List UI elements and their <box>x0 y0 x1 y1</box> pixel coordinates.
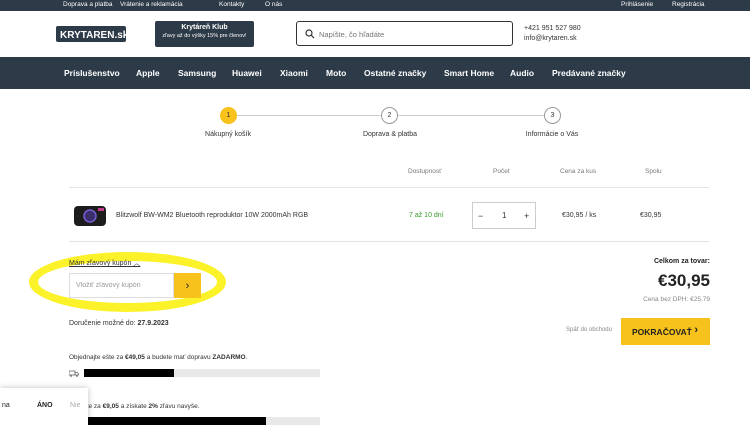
nav-item-samsung[interactable]: Samsung <box>178 68 216 78</box>
header-availability: Dostupnosť <box>408 168 442 175</box>
register-link[interactable]: Registrácia <box>672 1 705 8</box>
progress-fill <box>84 369 174 377</box>
step-connector <box>398 115 544 116</box>
delivery-date-value: 27.9.2023 <box>137 320 169 327</box>
continue-button[interactable]: POKRAČOVAŤ › <box>621 318 710 345</box>
consent-popup: na ÁNO Nie <box>0 388 88 425</box>
nav-item-audio[interactable]: Audio <box>510 68 534 78</box>
back-to-shop-link[interactable]: Späť do obchodu <box>566 327 612 333</box>
club-title: Krytáreň Klub <box>181 24 228 31</box>
total-without-vat: Cena bez DPH: €25,79 <box>643 296 710 303</box>
total-value: €30,95 <box>658 271 710 290</box>
step-3-circle[interactable]: 3 <box>544 107 561 124</box>
truck-icon <box>69 370 79 377</box>
nav-item-moto[interactable]: Moto <box>326 68 346 78</box>
checkout-steps: 1 2 3 Nákupný košík Doprava & platba Inf… <box>0 105 750 145</box>
step-1-circle[interactable]: 1 <box>220 107 237 124</box>
contact-info: +421 951 527 980 info@krytaren.sk <box>524 24 581 44</box>
topbar-link-returns[interactable]: Vrátenie a reklamácia <box>120 1 183 8</box>
discount-promo: pte ešte za €9,05 a získate 2% zľavu nav… <box>69 403 200 410</box>
vat-label: Cena bez DPH: <box>643 296 689 303</box>
coupon-link-label: Mám zľavový kupón <box>69 260 132 267</box>
free-shipping-promo: Objednajte ešte za €49,05 a budete mať d… <box>69 354 248 361</box>
email-address[interactable]: info@krytaren.sk <box>524 34 581 44</box>
plus-icon[interactable]: + <box>524 211 529 221</box>
quantity-value[interactable]: 1 <box>502 211 506 220</box>
login-link[interactable]: Prihlásenie <box>621 1 653 8</box>
coupon-toggle-link[interactable]: Mám zľavový kupón ︿ <box>69 258 140 268</box>
line-total: €30,95 <box>640 212 662 219</box>
consent-yes-button[interactable]: ÁNO <box>37 402 53 409</box>
header-unit-price: Cena za kus <box>560 168 597 175</box>
search-box[interactable] <box>296 21 513 46</box>
search-input[interactable] <box>319 26 504 42</box>
club-banner[interactable]: Krytáreň Klub zľavy až do výšky 15% pre … <box>155 21 254 47</box>
product-image[interactable] <box>72 204 108 228</box>
free-shipping-progress <box>84 369 320 377</box>
continue-label: POKRAČOVAŤ <box>632 326 692 337</box>
minus-icon[interactable]: − <box>478 211 483 221</box>
topbar-link-shipping[interactable]: Doprava a platba <box>63 1 113 8</box>
main-nav: Príslušenstvo Apple Samsung Huawei Xiaom… <box>0 57 750 89</box>
topbar-link-about[interactable]: O nás <box>265 1 282 8</box>
nav-item-huawei[interactable]: Huawei <box>232 68 262 78</box>
divider <box>69 241 709 242</box>
logo[interactable]: KRYTAREN.sk <box>56 24 126 44</box>
unit-price: €30,95 / ks <box>562 212 597 219</box>
step-2-circle[interactable]: 2 <box>381 107 398 124</box>
header-qty: Počet <box>493 168 510 175</box>
nav-item-xiaomi[interactable]: Xiaomi <box>280 68 308 78</box>
total-label: Celkom za tovar: <box>653 258 710 265</box>
phone-number[interactable]: +421 951 527 980 <box>524 24 581 34</box>
header-total: Spolu <box>645 168 662 175</box>
delivery-date: Doručenie možné do: 27.9.2023 <box>69 320 169 327</box>
consent-text: na <box>2 402 10 409</box>
nav-item-apple[interactable]: Apple <box>136 68 160 78</box>
consent-no-button[interactable]: Nie <box>70 402 81 409</box>
discount-progress <box>84 417 320 425</box>
nav-item-smart-home[interactable]: Smart Home <box>444 68 494 78</box>
nav-item-brands-sold[interactable]: Predávané značky <box>552 68 626 78</box>
step-1-label: Nákupný košík <box>205 131 251 138</box>
club-subtitle: zľavy až do výšky 15% pre členov! <box>162 33 247 39</box>
divider <box>69 187 709 188</box>
step-connector <box>237 115 381 116</box>
nav-item-accessories[interactable]: Príslušenstvo <box>64 68 120 78</box>
chevron-right-icon: › <box>694 324 698 336</box>
coupon-apply-button[interactable]: › <box>174 273 201 298</box>
svg-text:KRYTAREN.sk: KRYTAREN.sk <box>60 30 126 41</box>
step-2-label: Doprava & platba <box>362 131 418 138</box>
delivery-label: Doručenie možné do: <box>69 320 136 327</box>
product-availability: 7 až 10 dní <box>409 212 444 219</box>
vat-value: €25,79 <box>690 296 710 303</box>
top-bar: Doprava a platba Vrátenie a reklamácia K… <box>0 0 750 11</box>
search-icon <box>305 29 315 39</box>
quantity-stepper: − 1 + <box>472 202 536 229</box>
site-header: KRYTAREN.sk Krytáreň Klub zľavy až do vý… <box>0 11 750 57</box>
nav-item-other-brands[interactable]: Ostatné značky <box>364 68 426 78</box>
coupon-input[interactable] <box>69 273 174 298</box>
step-3-label: Informácie o Vás <box>525 131 579 138</box>
topbar-link-contacts[interactable]: Kontakty <box>219 1 244 8</box>
progress-fill <box>84 417 266 425</box>
product-name[interactable]: Blitzwolf BW-WM2 Bluetooth reproduktor 1… <box>116 212 308 219</box>
